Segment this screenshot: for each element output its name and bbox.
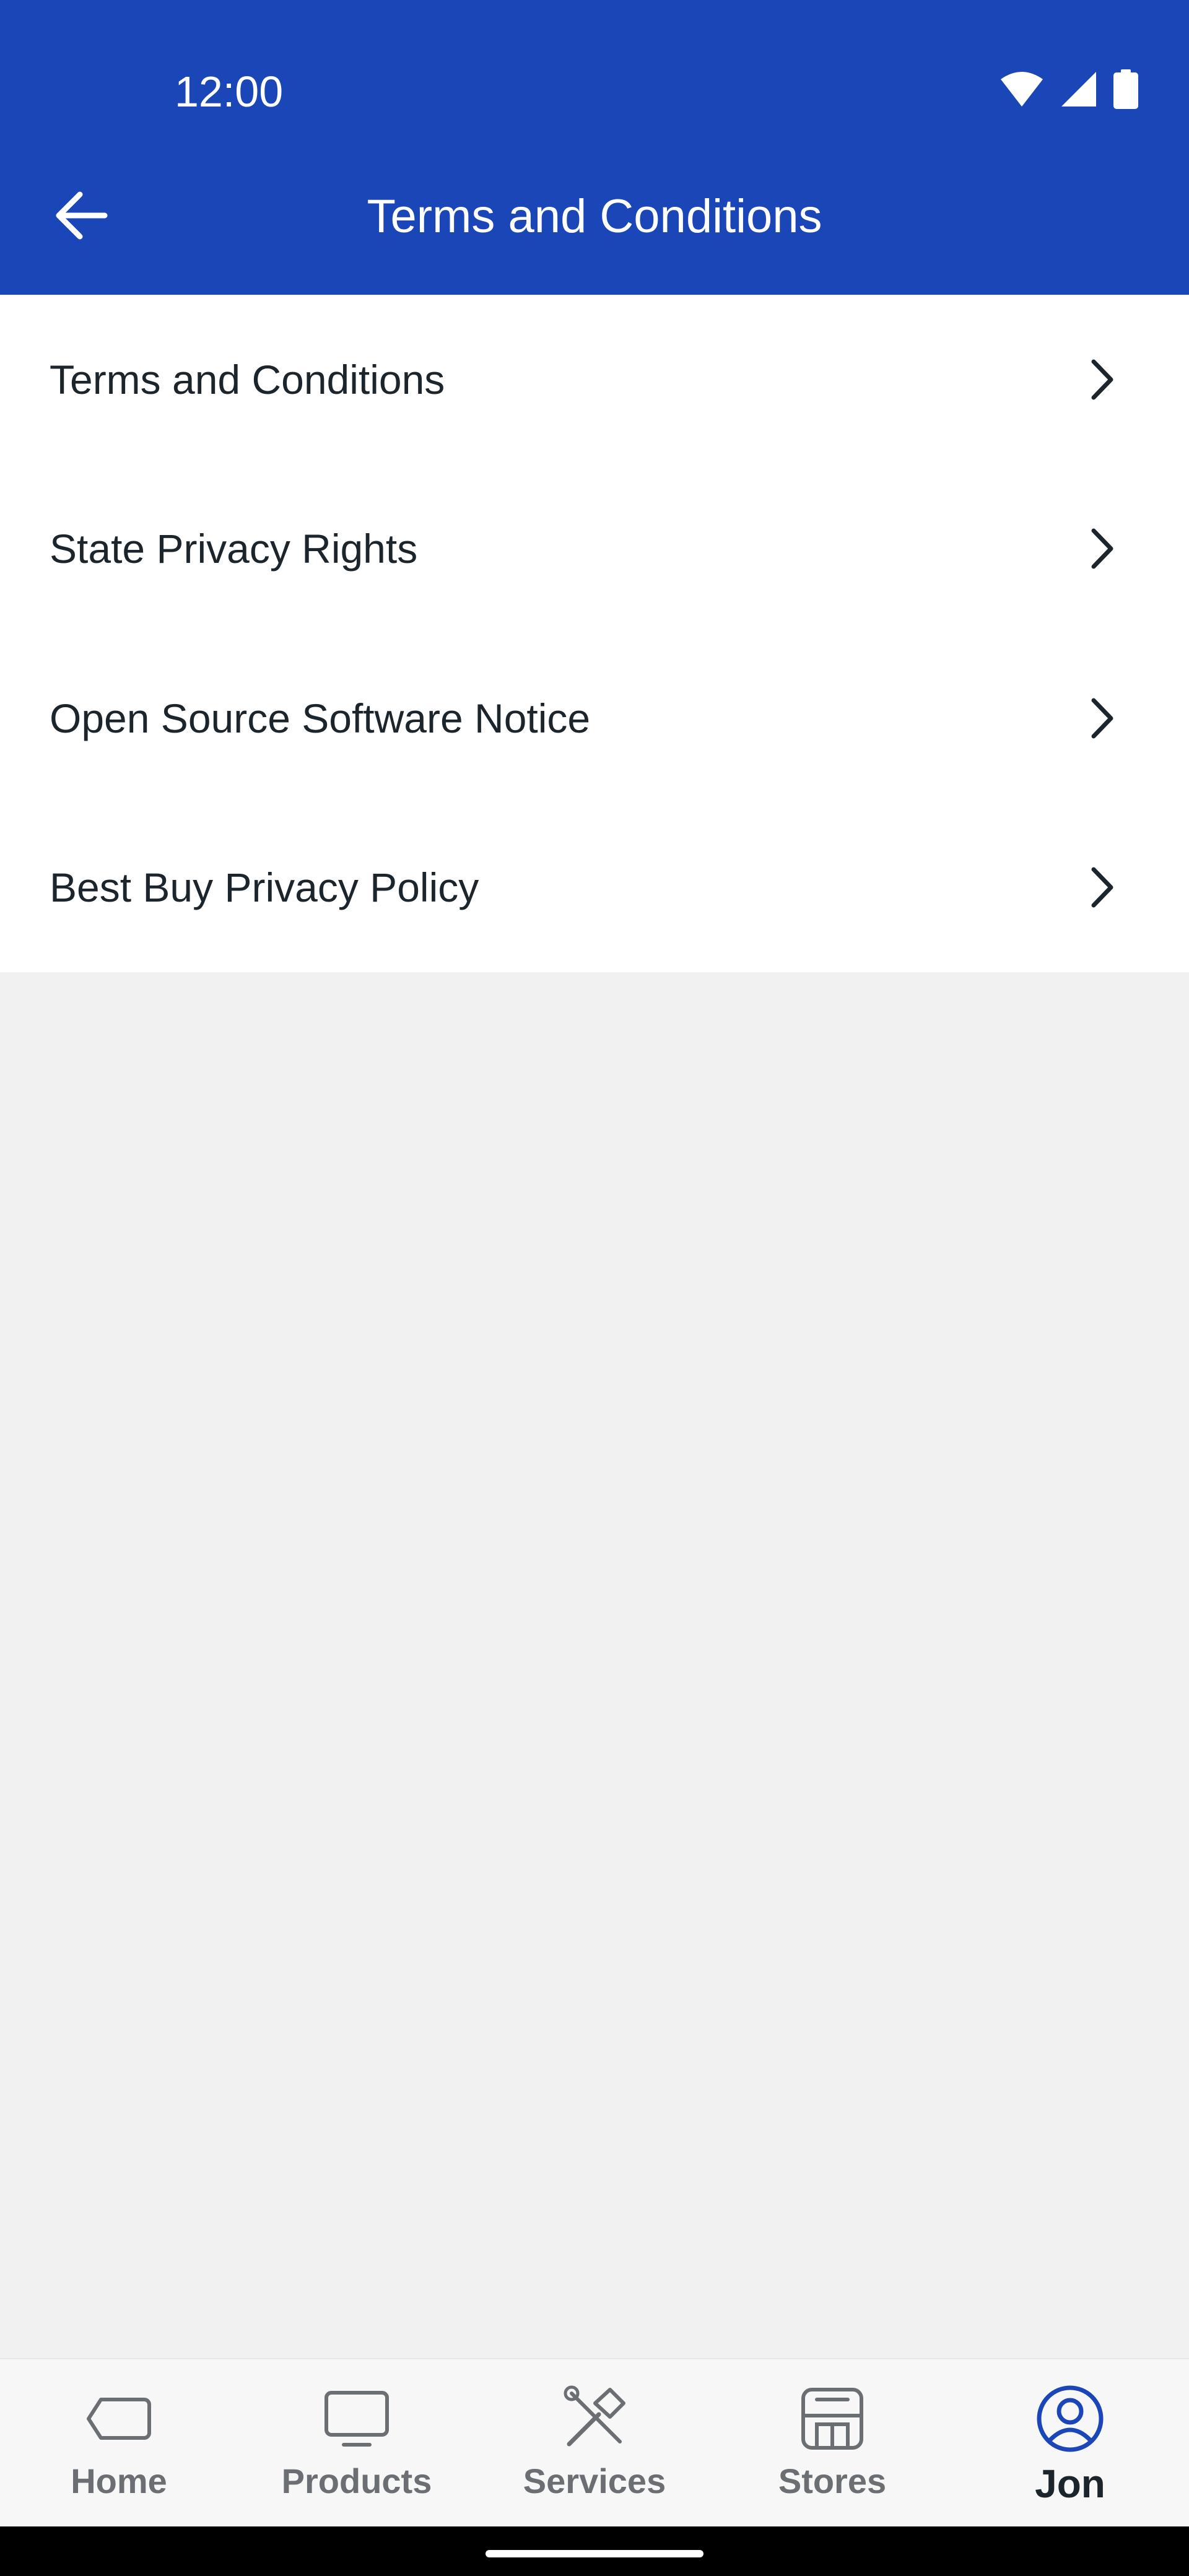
screen: 12:00 Terms and Conditions Terms and Con… [0, 0, 1189, 2576]
nav-item-products[interactable]: Products [238, 2359, 476, 2526]
chevron-right-icon [1084, 524, 1121, 573]
wifi-icon [1000, 71, 1044, 111]
nav-item-account[interactable]: Jon [951, 2359, 1189, 2526]
list-item-label: Best Buy Privacy Policy [50, 864, 479, 911]
page-title: Terms and Conditions [367, 190, 822, 243]
chevron-right-icon [1084, 694, 1121, 743]
chevron-right-icon [1084, 355, 1121, 404]
user-avatar-icon [1033, 2382, 1107, 2456]
tag-icon [82, 2382, 156, 2456]
home-gesture-handle[interactable] [486, 2550, 703, 2557]
list-item-label: State Privacy Rights [50, 526, 418, 572]
nav-item-services[interactable]: Services [476, 2359, 713, 2526]
chevron-right-icon [1084, 863, 1121, 912]
signal-icon [1060, 71, 1097, 111]
app-bar: 12:00 Terms and Conditions [0, 0, 1189, 295]
list-item-state-privacy-rights[interactable]: State Privacy Rights [0, 464, 1189, 634]
nav-label: Products [281, 2461, 432, 2500]
list-item-best-buy-privacy-policy[interactable]: Best Buy Privacy Policy [0, 803, 1189, 973]
list-item-open-source-software-notice[interactable]: Open Source Software Notice [0, 633, 1189, 803]
nav-item-home[interactable]: Home [0, 2359, 238, 2526]
store-icon [795, 2382, 869, 2456]
monitor-icon [320, 2382, 394, 2456]
bottom-nav: Home Products Services Stores Jon [0, 2358, 1189, 2526]
tools-icon [557, 2382, 632, 2456]
list-item-label: Open Source Software Notice [50, 695, 591, 741]
nav-label: Jon [1035, 2461, 1105, 2506]
list-item-label: Terms and Conditions [50, 356, 445, 402]
nav-label: Stores [778, 2461, 887, 2500]
status-icons [1000, 69, 1138, 111]
status-time: 12:00 [175, 67, 284, 116]
list-item-terms-and-conditions[interactable]: Terms and Conditions [0, 295, 1189, 464]
battery-icon [1113, 69, 1138, 112]
nav-label: Services [523, 2461, 666, 2500]
system-nav-bar [0, 2526, 1189, 2576]
nav-label: Home [71, 2461, 167, 2500]
settings-list: Terms and Conditions State Privacy Right… [0, 295, 1189, 972]
nav-item-stores[interactable]: Stores [713, 2359, 951, 2526]
